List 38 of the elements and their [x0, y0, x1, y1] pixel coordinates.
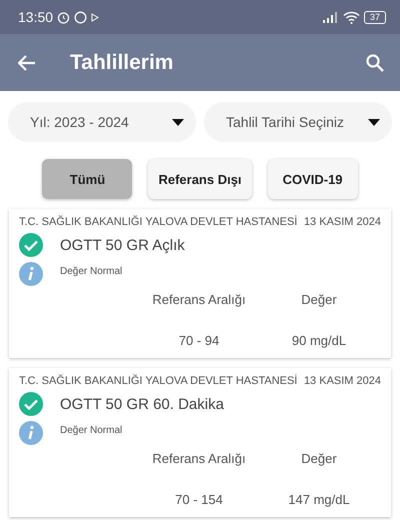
filter-chip[interactable]: Referans Dışı — [148, 159, 252, 199]
search-icon[interactable] — [366, 54, 384, 72]
check-icon — [19, 392, 43, 416]
test-name: OGTT 50 GR 60. Dakika — [60, 396, 224, 412]
reference-range: 70 - 94 — [178, 333, 220, 348]
result-note: Değer Normal — [60, 266, 122, 276]
result-date: 13 KASIM 2024 — [304, 375, 381, 387]
info-icon[interactable] — [19, 262, 43, 286]
test-name: OGTT 50 GR Açlık — [60, 236, 185, 254]
column-label: Değer — [300, 292, 338, 307]
result-date: 13 KASIM 2024 — [304, 216, 381, 228]
status-time: 13:50 — [18, 9, 54, 25]
reference-range: 70 - 154 — [174, 492, 224, 507]
result-value: 90 mg/dL — [290, 333, 348, 348]
result-value: 147 mg/dL — [287, 492, 351, 507]
alarm-icon — [57, 10, 70, 24]
screen-title: Tahlillerim — [70, 50, 174, 74]
result-note: Değer Normal — [60, 424, 122, 436]
column-label: Referans Aralığı — [151, 451, 247, 466]
check-icon — [19, 233, 43, 257]
play-icon — [91, 12, 100, 22]
dropdown-caret-icon — [172, 118, 184, 126]
back-arrow-icon[interactable] — [18, 54, 36, 70]
result-card[interactable]: T.C. SAĞLIK BAKANLIĞI YALOVA DEVLET HASTANESİ 13 KASIM 2024 OGTT 50 GR 60. Dakika Değer Normal Referans Aralığı Değer 70 - 154 147 mg/dL — [9, 368, 391, 517]
column-label: Referans Aralığı — [151, 292, 247, 307]
info-icon[interactable] — [19, 421, 43, 445]
filter-chip[interactable]: COVID-19 — [268, 159, 358, 199]
result-card[interactable]: T.C. SAĞLIK BAKANLIĞI YALOVA DEVLET HASTANESİ 13 KASIM 2024 OGTT 50 GR Açlık Değer Normal Referans Aralığı Değer 70 - 94 90 mg/dL — [9, 209, 391, 358]
signal-icon — [322, 12, 339, 22]
battery-indicator: 37 — [364, 10, 386, 24]
dropdown-field[interactable]: Tahlil Tarihi Seçiniz — [204, 102, 392, 142]
filter-chip[interactable]: Tümü — [42, 159, 132, 199]
dropdown-field[interactable]: Yıl: 2023 - 2024 — [8, 102, 196, 142]
hospital-name: T.C. SAĞLIK BAKANLIĞI YALOVA DEVLET HASTANESİ — [19, 216, 298, 228]
hospital-name: T.C. SAĞLIK BAKANLIĞI YALOVA DEVLET HASTANESİ — [19, 375, 298, 387]
wifi-icon — [342, 10, 360, 24]
dropdown-caret-icon — [368, 118, 380, 126]
column-label: Değer — [300, 451, 338, 466]
